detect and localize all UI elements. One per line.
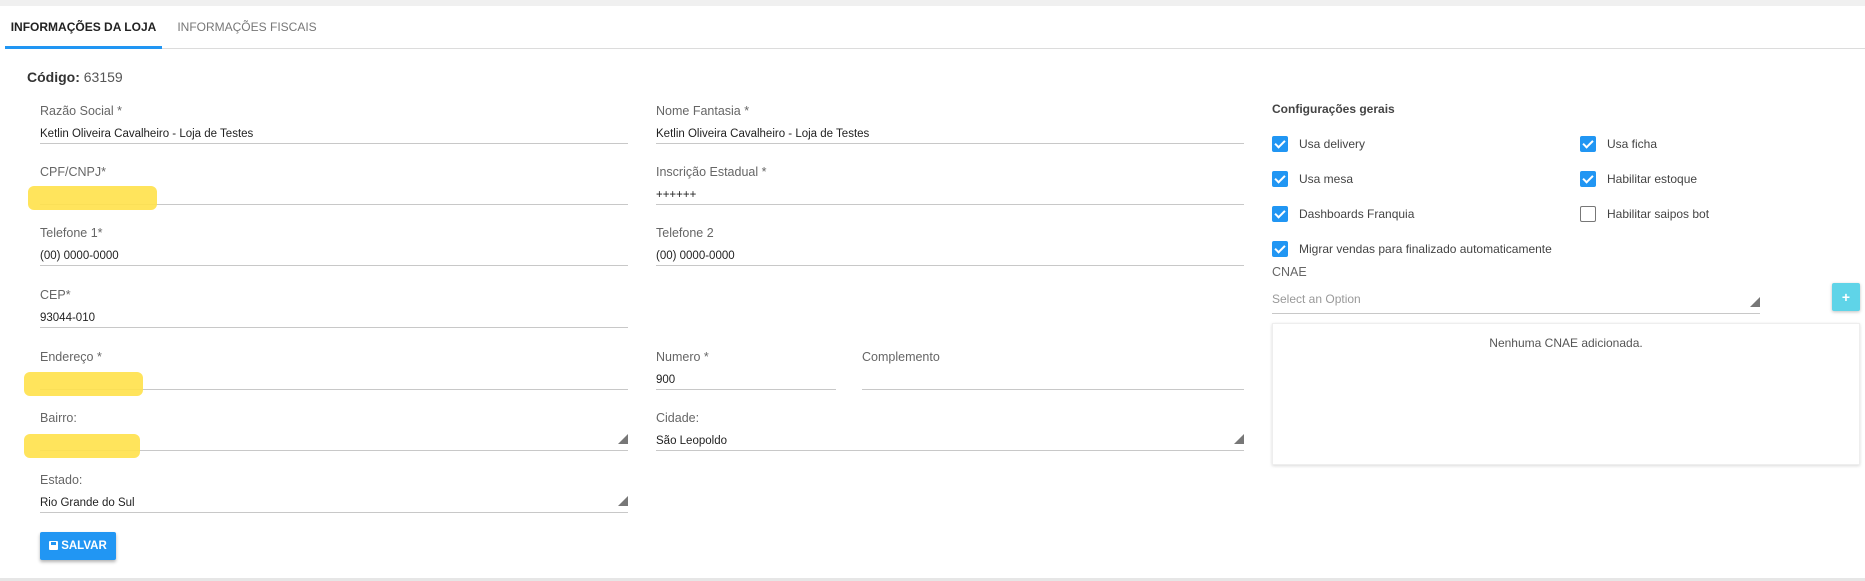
- checkbox-checked-icon: [1580, 171, 1596, 187]
- numero-label: Numero *: [656, 350, 709, 364]
- cidade-label: Cidade:: [656, 411, 700, 425]
- endereco-label: Endereço *: [40, 350, 102, 364]
- cep-input[interactable]: 93044-010: [40, 308, 628, 328]
- checkbox-label: Dashboards Franquia: [1299, 207, 1415, 221]
- razao-social-label: Razão Social *: [40, 104, 122, 118]
- telefone1-field: Telefone 1* (00) 0000-0000: [40, 224, 628, 266]
- store-code-label: Código:: [27, 69, 80, 85]
- telefone2-label: Telefone 2: [656, 226, 714, 240]
- cidade-field: Cidade: São Leopoldo: [656, 409, 1244, 451]
- checkbox-label: Habilitar estoque: [1607, 172, 1698, 186]
- telefone2-input[interactable]: (00) 0000-0000: [656, 246, 1244, 266]
- checkbox-checked-icon: [1272, 206, 1288, 222]
- checkbox-label: Usa ficha: [1607, 137, 1658, 151]
- nome-fantasia-label: Nome Fantasia *: [656, 104, 750, 118]
- cnae-empty-message: Nenhuma CNAE adicionada.: [1489, 336, 1643, 350]
- redaction-mark: [24, 434, 140, 458]
- cep-label: CEP*: [40, 288, 71, 302]
- floppy-disk-icon: [49, 541, 59, 550]
- store-code: Código: 63159: [27, 69, 123, 85]
- complemento-field: Complemento: [862, 348, 1244, 390]
- bairro-label: Bairro:: [40, 411, 77, 425]
- complemento-label: Complemento: [862, 350, 940, 364]
- tab-store-info[interactable]: INFORMAÇÕES DA LOJA: [5, 6, 162, 49]
- config-title: Configurações gerais: [1272, 102, 1395, 116]
- cnae-list-panel: Nenhuma CNAE adicionada.: [1272, 323, 1860, 465]
- cnae-select[interactable]: Select an Option: [1272, 288, 1760, 314]
- estado-field: Estado: Rio Grande do Sul: [40, 471, 628, 513]
- inscricao-estadual-field: Inscrição Estadual * ++++++: [656, 163, 1244, 205]
- cidade-select[interactable]: São Leopoldo: [656, 431, 1244, 451]
- tab-fiscal-info[interactable]: INFORMAÇÕES FISCAIS: [176, 6, 318, 49]
- checkbox-label: Habilitar saipos bot: [1607, 207, 1710, 221]
- telefone1-input[interactable]: (00) 0000-0000: [40, 246, 628, 266]
- inscricao-estadual-label: Inscrição Estadual *: [656, 165, 767, 179]
- cnae-label: CNAE: [1272, 265, 1307, 279]
- nome-fantasia-field: Nome Fantasia * Ketlin Oliveira Cavalhei…: [656, 102, 1244, 144]
- save-button-label: SALVAR: [61, 540, 107, 552]
- estado-select[interactable]: Rio Grande do Sul: [40, 493, 628, 513]
- checkbox-checked-icon: [1272, 171, 1288, 187]
- telefone1-label: Telefone 1*: [40, 226, 103, 240]
- cpf-cnpj-field: CPF/CNPJ*: [40, 163, 628, 205]
- endereco-field: Endereço *: [40, 348, 628, 390]
- tab-bar: INFORMAÇÕES DA LOJA INFORMAÇÕES FISCAIS: [5, 6, 1865, 49]
- numero-field: Numero * 900: [656, 348, 836, 390]
- nome-fantasia-input[interactable]: Ketlin Oliveira Cavalheiro - Loja de Tes…: [656, 124, 1244, 144]
- bairro-field: Bairro:: [40, 409, 628, 451]
- razao-social-input[interactable]: Ketlin Oliveira Cavalheiro - Loja de Tes…: [40, 124, 628, 144]
- checkbox-checked-icon: [1580, 136, 1596, 152]
- cep-field: CEP* 93044-010: [40, 286, 628, 328]
- store-code-value: 63159: [83, 69, 123, 85]
- razao-social-field: Razão Social * Ketlin Oliveira Cavalheir…: [40, 102, 628, 144]
- checkbox-label: Usa mesa: [1299, 172, 1354, 186]
- inscricao-estadual-input[interactable]: ++++++: [656, 185, 1244, 205]
- redaction-mark: [24, 372, 143, 396]
- checkbox-label: Migrar vendas para finalizado automatica…: [1299, 242, 1552, 256]
- cpf-cnpj-label: CPF/CNPJ*: [40, 165, 106, 179]
- checkbox-unchecked-icon: [1580, 206, 1596, 222]
- numero-input[interactable]: 900: [656, 370, 836, 390]
- checkbox-checked-icon: [1272, 241, 1288, 257]
- save-button[interactable]: SALVAR: [40, 532, 116, 560]
- checkbox-checked-icon: [1272, 136, 1288, 152]
- telefone2-field: Telefone 2 (00) 0000-0000: [656, 224, 1244, 266]
- add-cnae-button[interactable]: +: [1832, 283, 1860, 311]
- redaction-mark: [28, 186, 157, 210]
- estado-label: Estado:: [40, 473, 83, 487]
- checkbox-label: Usa delivery: [1299, 137, 1366, 151]
- complemento-input[interactable]: [862, 370, 1244, 390]
